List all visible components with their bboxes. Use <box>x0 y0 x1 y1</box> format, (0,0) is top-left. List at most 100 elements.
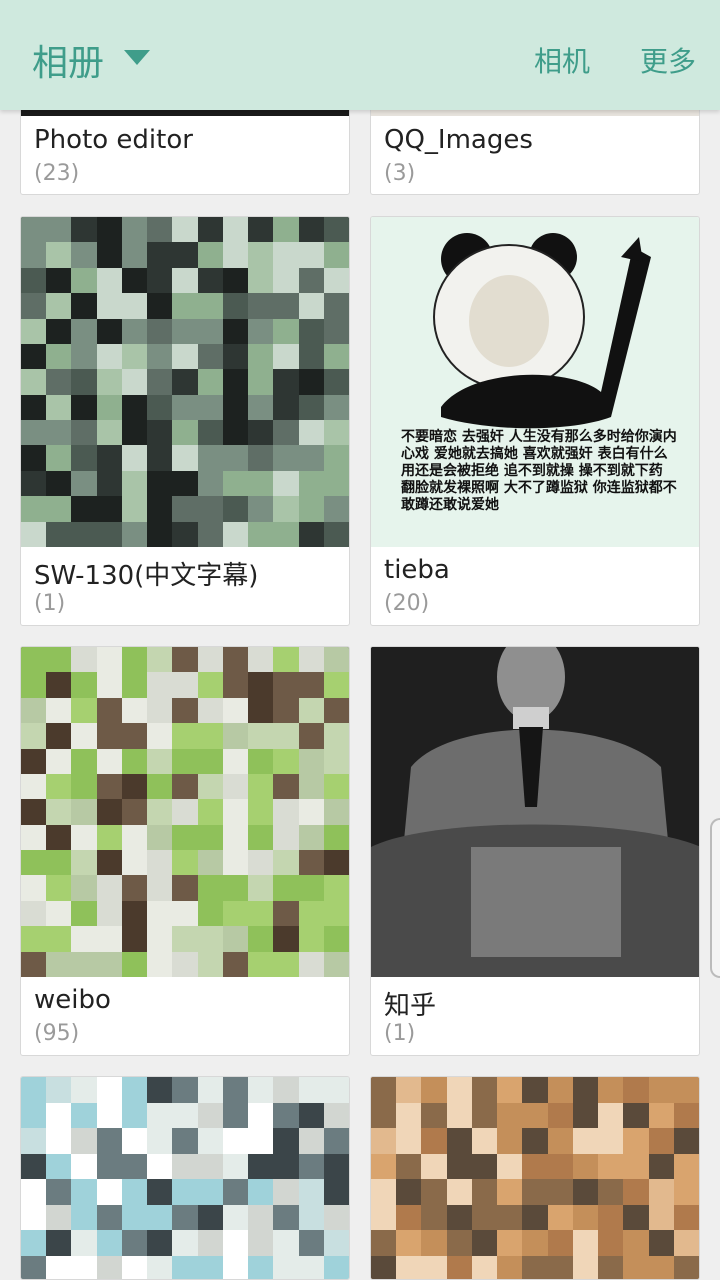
mosaic-pixel <box>21 318 47 344</box>
mosaic-pixel <box>197 672 223 698</box>
mosaic-pixel <box>121 1077 148 1103</box>
mosaic-pixel <box>147 1153 173 1179</box>
mosaic-pixel <box>21 647 47 673</box>
mosaic-pixel <box>21 445 47 471</box>
album-card-8[interactable] <box>370 1076 700 1280</box>
mosaic-pixel <box>121 900 148 927</box>
mosaic-pixel <box>421 1153 447 1179</box>
mosaic-pixel <box>46 521 72 547</box>
mosaic-pixel <box>121 799 148 825</box>
mosaic-pixel <box>71 672 97 698</box>
mosaic-pixel <box>248 723 274 749</box>
mosaic-pixel <box>471 1204 498 1230</box>
mosaic-pixel <box>648 1204 674 1230</box>
mosaic-pixel <box>371 1153 397 1179</box>
mosaic-pixel <box>623 1128 649 1154</box>
mosaic-pixel <box>46 1255 72 1279</box>
album-card-zhihu[interactable]: 知乎 (1) <box>370 646 700 1056</box>
mosaic-pixel <box>96 900 122 927</box>
mosaic-pixel <box>222 672 249 698</box>
mosaic-pixel <box>273 697 299 724</box>
mosaic-pixel <box>46 951 72 977</box>
mosaic-pixel <box>21 748 47 774</box>
mosaic-pixel <box>222 900 249 927</box>
mosaic-pixel <box>273 217 299 243</box>
mosaic-pixel <box>572 1077 599 1103</box>
mosaic-pixel <box>96 496 122 522</box>
mosaic-pixel <box>121 1230 148 1256</box>
mosaic-pixel <box>298 521 324 547</box>
mosaic-pixel <box>197 293 223 319</box>
mosaic-pixel <box>298 318 324 344</box>
dropdown-arrow-icon[interactable] <box>124 50 150 65</box>
mosaic-pixel <box>21 723 47 749</box>
mosaic-pixel <box>323 723 349 749</box>
mosaic-pixel <box>396 1153 422 1179</box>
mosaic-pixel <box>172 773 198 800</box>
mosaic-pixel <box>222 697 249 724</box>
scroll-edge-handle[interactable] <box>710 818 720 978</box>
mosaic-pixel <box>46 850 72 876</box>
mosaic-pixel <box>147 926 173 952</box>
mosaic-pixel <box>197 951 223 977</box>
album-thumbnail <box>371 647 699 977</box>
mosaic-pixel <box>323 1230 349 1256</box>
mosaic-pixel <box>623 1102 649 1128</box>
mosaic-pixel <box>323 394 349 421</box>
mosaic-pixel <box>248 900 274 927</box>
mosaic-pixel <box>598 1077 624 1103</box>
mosaic-pixel <box>248 1128 274 1154</box>
mosaic-pixel <box>298 1230 324 1256</box>
mosaic-pixel <box>273 799 299 825</box>
mosaic-pixel <box>298 647 324 673</box>
album-card-7[interactable] <box>20 1076 350 1280</box>
mosaic-pixel <box>172 470 198 497</box>
album-card-weibo[interactable]: weibo (95) <box>20 646 350 1056</box>
mosaic-pixel <box>121 445 148 471</box>
album-card-tieba[interactable]: 不要暗恋 去强奸 人生没有那么多时给你演内心戏 爱她就去搞她 喜欢就强奸 表白有… <box>370 216 700 626</box>
mosaic-pixel <box>248 318 274 344</box>
mosaic-pixel <box>172 394 198 421</box>
mosaic-pixel <box>497 1128 523 1154</box>
mosaic-pixel <box>96 343 122 370</box>
mosaic-pixel <box>673 1077 699 1103</box>
album-count: (1) <box>34 591 66 616</box>
mosaic-pixel <box>71 926 97 952</box>
mosaic-pixel <box>323 496 349 522</box>
mosaic-pixel <box>248 748 274 774</box>
mosaic-pixel <box>547 1102 573 1128</box>
mosaic-pixel <box>421 1077 447 1103</box>
mosaic-pixel <box>323 951 349 977</box>
mosaic-pixel <box>273 748 299 774</box>
mosaic-pixel <box>248 1077 274 1103</box>
album-dropdown-title[interactable]: 相册 <box>32 34 104 86</box>
album-count: (20) <box>384 591 430 616</box>
mosaic-pixel <box>71 267 97 294</box>
album-card-sw130[interactable]: SW-130(中文字幕) (1) <box>20 216 350 626</box>
camera-button[interactable]: 相机 <box>534 40 590 80</box>
mosaic-pixel <box>497 1204 523 1230</box>
mosaic-pixel <box>21 394 47 421</box>
mosaic-pixel <box>46 1077 72 1103</box>
mosaic-pixel <box>673 1179 699 1205</box>
mosaic-pixel <box>172 875 198 901</box>
mosaic-pixel <box>197 1153 223 1179</box>
mosaic-pixel <box>323 748 349 774</box>
more-button[interactable]: 更多 <box>640 40 696 80</box>
mosaic-pixel <box>396 1102 422 1128</box>
mosaic-pixel <box>371 1077 397 1103</box>
mosaic-pixel <box>298 697 324 724</box>
mosaic-pixel <box>248 926 274 952</box>
mosaic-pixel <box>248 1230 274 1256</box>
mosaic-pixel <box>197 850 223 876</box>
mosaic-pixel <box>197 343 223 370</box>
mosaic-pixel <box>147 1230 173 1256</box>
mosaic-pixel <box>248 1153 274 1179</box>
mosaic-pixel <box>298 799 324 825</box>
mosaic-pixel <box>147 1102 173 1128</box>
mosaic-pixel <box>172 521 198 547</box>
album-name: weibo <box>34 985 111 1015</box>
mosaic-pixel <box>298 951 324 977</box>
mosaic-pixel <box>121 394 148 421</box>
mosaic-pixel <box>21 1102 47 1128</box>
